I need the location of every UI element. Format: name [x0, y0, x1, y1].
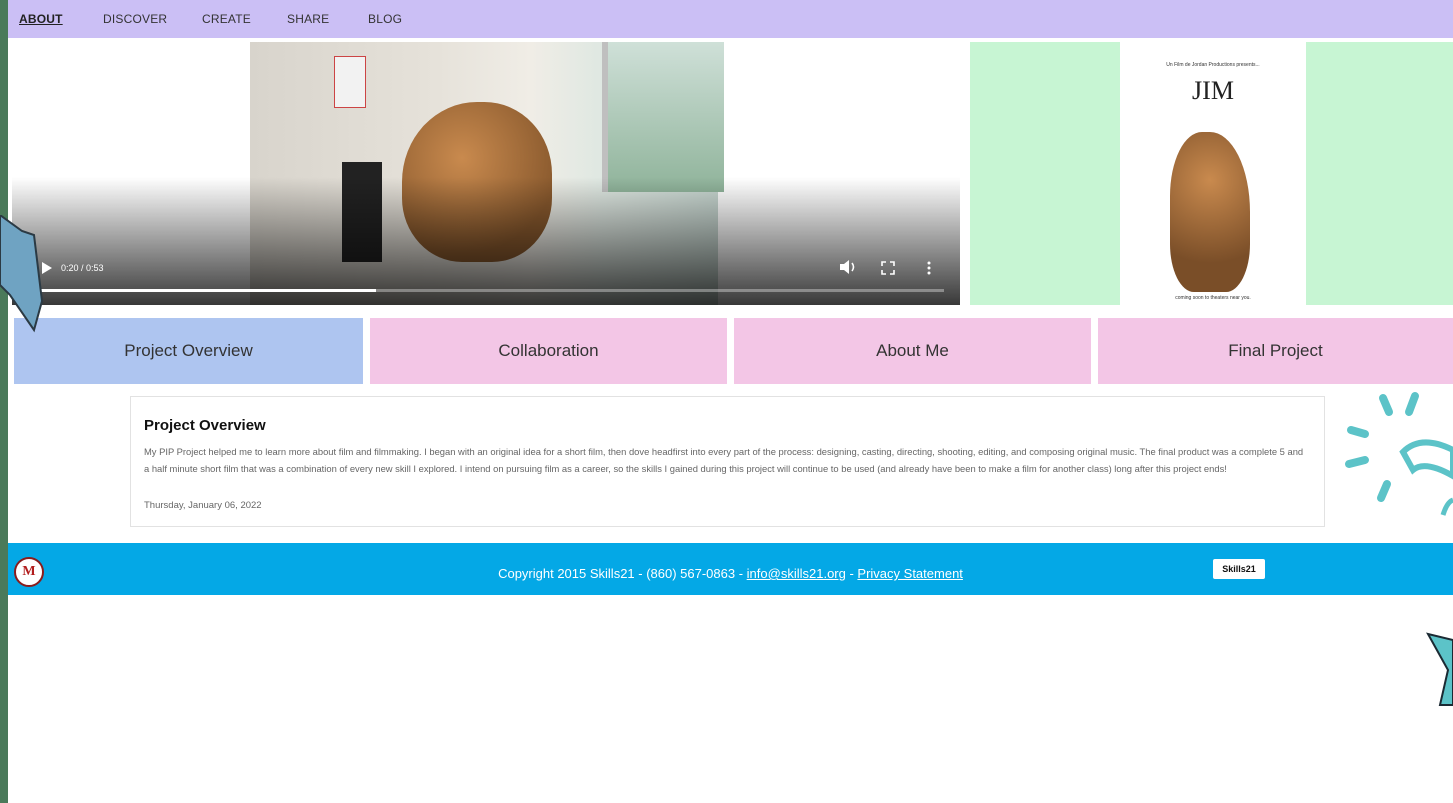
footer-email-link[interactable]: info@skills21.org	[747, 566, 846, 581]
site-footer: M Copyright 2015 Skills21 - (860) 567-08…	[8, 543, 1453, 595]
page-frame: ABOUT DISCOVER CREATE SHARE BLOG 0:20 / …	[8, 0, 1453, 803]
tab-final-project[interactable]: Final Project	[1098, 318, 1453, 384]
nav-discover[interactable]: DISCOVER	[103, 12, 167, 26]
card-date: Thursday, January 06, 2022	[144, 500, 262, 511]
card-title: Project Overview	[144, 417, 266, 434]
poster-title: JIM	[1192, 76, 1234, 105]
nav-create[interactable]: CREATE	[202, 12, 251, 26]
section-tabs: Project Overview Collaboration About Me …	[8, 318, 1453, 384]
video-time: 0:20 / 0:53	[61, 263, 104, 273]
video-controls-gradient	[12, 177, 960, 305]
video-progress-bar[interactable]	[28, 289, 944, 292]
video-window-scene	[602, 42, 724, 192]
poster-dinosaur-image	[1170, 132, 1250, 292]
tab-about-me[interactable]: About Me	[734, 318, 1091, 384]
nav-blog[interactable]: BLOG	[368, 12, 402, 26]
poster-tagline: coming soon to theaters near you.	[1175, 295, 1251, 301]
poster-presents: Un Film de Jordan Productions presents..…	[1166, 62, 1260, 68]
video-calendar-prop	[334, 56, 366, 108]
nav-about[interactable]: ABOUT	[19, 12, 63, 26]
footer-copyright: Copyright 2015 Skills21 - (860) 567-0863…	[498, 566, 747, 581]
project-overview-card: Project Overview My PIP Project helped m…	[130, 396, 1325, 527]
video-player[interactable]: 0:20 / 0:53	[12, 42, 960, 305]
video-progress-fill	[28, 289, 377, 292]
play-icon[interactable]	[40, 260, 54, 276]
movie-poster-panel: Un Film de Jordan Productions presents..…	[970, 42, 1453, 305]
skills21-logo[interactable]: Skills21	[1213, 559, 1265, 579]
footer-privacy-link[interactable]: Privacy Statement	[857, 566, 963, 581]
movie-poster: Un Film de Jordan Productions presents..…	[1120, 42, 1306, 305]
nav-share[interactable]: SHARE	[287, 12, 329, 26]
fullscreen-icon[interactable]	[880, 260, 896, 276]
top-nav: ABOUT DISCOVER CREATE SHARE BLOG	[8, 0, 1453, 38]
tab-collaboration[interactable]: Collaboration	[370, 318, 727, 384]
footer-separator: -	[845, 566, 858, 581]
volume-icon[interactable]	[838, 258, 858, 276]
card-body: My PIP Project helped me to learn more a…	[144, 446, 1304, 474]
tab-project-overview[interactable]: Project Overview	[14, 318, 363, 384]
more-options-icon[interactable]	[926, 260, 932, 276]
